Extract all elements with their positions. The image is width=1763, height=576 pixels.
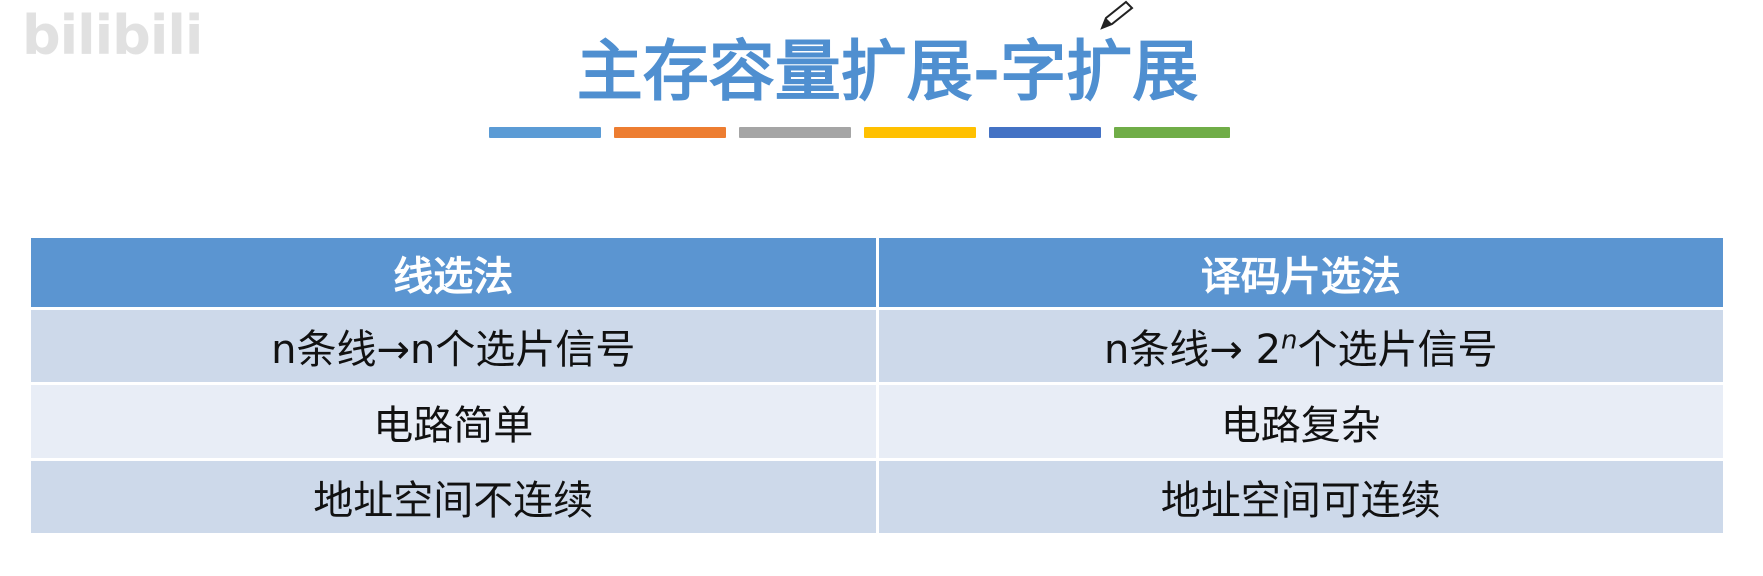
cell-left: 地址空间不连续 bbox=[28, 458, 879, 536]
comparison-table: 线选法 译码片选法 n条线→n个选片信号 n条线→ 2n个选片信号 电路简单 电… bbox=[28, 235, 1726, 536]
cell-right: 电路复杂 bbox=[875, 382, 1726, 461]
slide-title: 主存容量扩展-字扩展 bbox=[576, 33, 1199, 110]
cell-left: n条线→n个选片信号 bbox=[28, 307, 879, 385]
stripe-yellow bbox=[864, 127, 976, 138]
header-line-select: 线选法 bbox=[28, 235, 879, 310]
stripe-gray bbox=[739, 127, 851, 138]
stripe-orange bbox=[614, 127, 726, 138]
table-row: 电路简单 电路复杂 bbox=[28, 382, 1726, 461]
exponent: n bbox=[1281, 325, 1298, 356]
color-stripes bbox=[489, 127, 1230, 138]
stripe-navy bbox=[989, 127, 1101, 138]
table-row: n条线→n个选片信号 n条线→ 2n个选片信号 bbox=[28, 307, 1726, 385]
header-decoder-select: 译码片选法 bbox=[875, 235, 1726, 310]
cell-right: n条线→ 2n个选片信号 bbox=[875, 307, 1726, 385]
stripe-green bbox=[1114, 127, 1230, 138]
cell-right-prefix: n条线→ 2 bbox=[1103, 327, 1282, 373]
table-header-row: 线选法 译码片选法 bbox=[28, 235, 1726, 310]
stripe-blue bbox=[489, 127, 601, 138]
cell-left: 电路简单 bbox=[28, 382, 879, 461]
pen-cursor-icon bbox=[1100, 0, 1134, 30]
cell-right-suffix: 个选片信号 bbox=[1297, 327, 1498, 373]
table-row: 地址空间不连续 地址空间可连续 bbox=[28, 458, 1726, 536]
cell-right: 地址空间可连续 bbox=[875, 458, 1726, 536]
